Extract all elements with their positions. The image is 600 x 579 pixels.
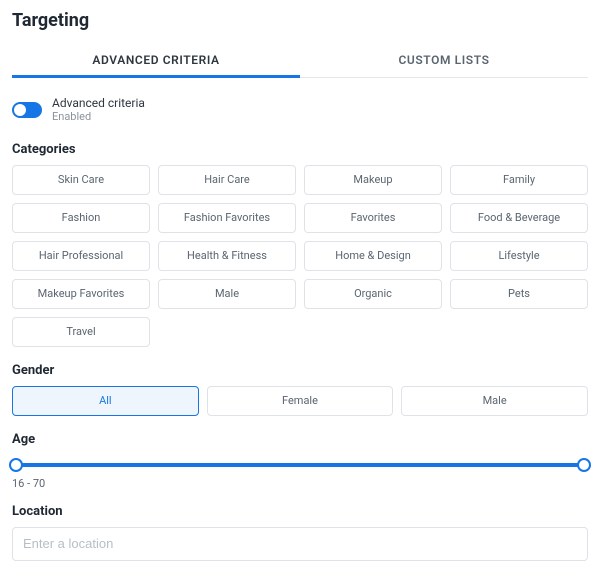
category-chip[interactable]: Family	[450, 165, 588, 195]
toggle-state: Enabled	[52, 110, 145, 123]
category-chip[interactable]: Pets	[450, 279, 588, 309]
gender-grid: All FemaleMale	[12, 386, 588, 416]
age-slider-thumb-max[interactable]	[577, 458, 591, 472]
age-slider-track	[16, 463, 584, 467]
category-chip[interactable]: Hair Professional	[12, 241, 150, 271]
tabs: ADVANCED CRITERIA CUSTOM LISTS	[12, 41, 588, 78]
gender-chip-male[interactable]: Male	[401, 386, 588, 416]
category-chip[interactable]: Lifestyle	[450, 241, 588, 271]
category-chip[interactable]: Fashion	[12, 203, 150, 233]
advanced-criteria-label: Advanced criteria Enabled	[52, 96, 145, 124]
age-heading: Age	[12, 432, 588, 447]
category-chip[interactable]: Male	[158, 279, 296, 309]
page-title: Targeting	[12, 10, 588, 31]
category-chip[interactable]: Fashion Favorites	[158, 203, 296, 233]
gender-heading: Gender	[12, 363, 588, 378]
tab-custom-lists[interactable]: CUSTOM LISTS	[300, 41, 588, 77]
categories-heading: Categories	[12, 142, 588, 157]
age-range-label: 16 - 70	[12, 477, 588, 490]
categories-grid: Skin Care Hair Care Makeup Family Fashion Fas…	[12, 165, 588, 347]
category-chip[interactable]: Home & Design	[304, 241, 442, 271]
age-slider[interactable]	[12, 457, 588, 473]
category-chip[interactable]: Favorites	[304, 203, 442, 233]
tab-advanced-criteria[interactable]: ADVANCED CRITERIA	[12, 41, 300, 77]
gender-chip-female[interactable]: Female	[207, 386, 394, 416]
category-chip[interactable]: Skin Care	[12, 165, 150, 195]
toggle-title: Advanced criteria	[52, 96, 145, 110]
category-chip[interactable]: Health & Fitness	[158, 241, 296, 271]
category-chip[interactable]: Makeup Favorites	[12, 279, 150, 309]
category-chip[interactable]: Hair Care	[158, 165, 296, 195]
category-chip[interactable]: Food & Beverage	[450, 203, 588, 233]
location-input[interactable]	[12, 527, 588, 561]
age-slider-thumb-min[interactable]	[9, 458, 23, 472]
toggle-knob-icon	[14, 104, 26, 116]
category-chip[interactable]: Travel	[12, 317, 150, 347]
advanced-criteria-toggle[interactable]	[12, 102, 42, 118]
category-chip[interactable]: Organic	[304, 279, 442, 309]
category-chip[interactable]: Makeup	[304, 165, 442, 195]
location-heading: Location	[12, 504, 588, 519]
gender-chip-all[interactable]: All	[12, 386, 199, 416]
